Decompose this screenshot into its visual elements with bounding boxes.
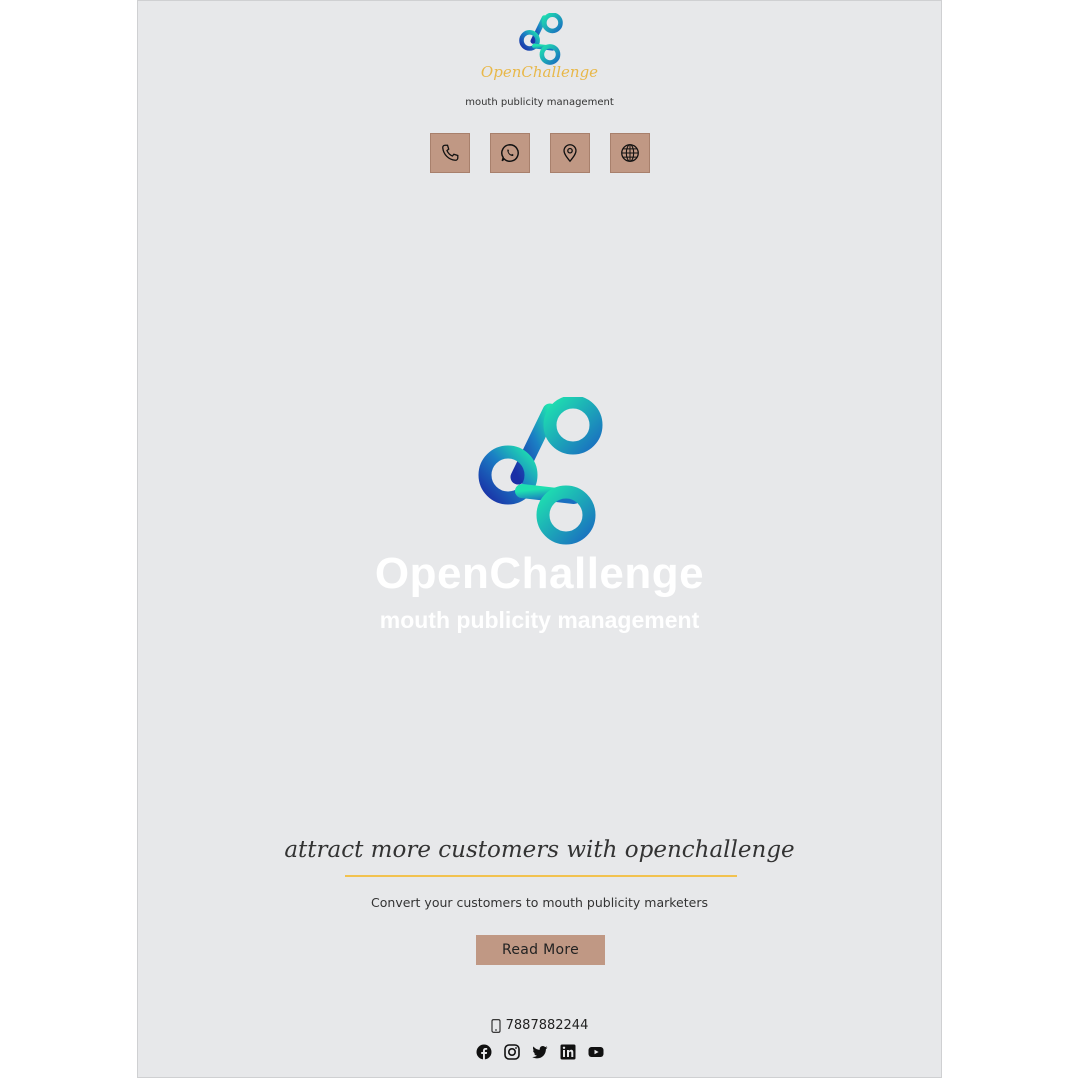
- globe-icon: [620, 144, 639, 162]
- hero-title: OpenChallenge: [374, 549, 705, 598]
- brand-tagline: mouth publicity management: [465, 97, 614, 108]
- location-button[interactable]: [549, 133, 590, 173]
- phone-button[interactable]: [429, 133, 470, 173]
- mobile-phone-icon: [491, 1018, 501, 1033]
- heading-underline: [345, 875, 737, 877]
- twitter-icon[interactable]: [531, 1044, 548, 1060]
- contact-icon-row: [138, 133, 941, 173]
- hero-logo-icon: [478, 397, 603, 545]
- phone-number: 7887882244: [505, 1018, 589, 1033]
- brand-logo-icon: [519, 13, 563, 65]
- instagram-icon[interactable]: [503, 1044, 520, 1060]
- brand-name-script: OpenChallenge: [480, 63, 599, 81]
- read-more-button[interactable]: Read More: [476, 935, 605, 965]
- whatsapp-icon: [500, 144, 519, 162]
- whatsapp-button[interactable]: [489, 133, 530, 173]
- social-icon-row: [138, 1044, 941, 1060]
- youtube-icon[interactable]: [588, 1044, 604, 1060]
- hero-subtitle: mouth publicity management: [379, 607, 700, 633]
- facebook-icon[interactable]: [476, 1044, 492, 1060]
- website-button[interactable]: [609, 133, 650, 173]
- location-pin-icon: [562, 144, 577, 163]
- page-card: OpenChallenge mouth publicity management: [137, 0, 942, 1078]
- promo-heading: attract more customers with openchalleng…: [284, 837, 795, 863]
- linkedin-icon[interactable]: [560, 1044, 576, 1060]
- promo-body: Convert your customers to mouth publicit…: [371, 895, 708, 910]
- footer-phone[interactable]: 7887882244: [138, 1018, 941, 1033]
- phone-icon: [441, 144, 458, 161]
